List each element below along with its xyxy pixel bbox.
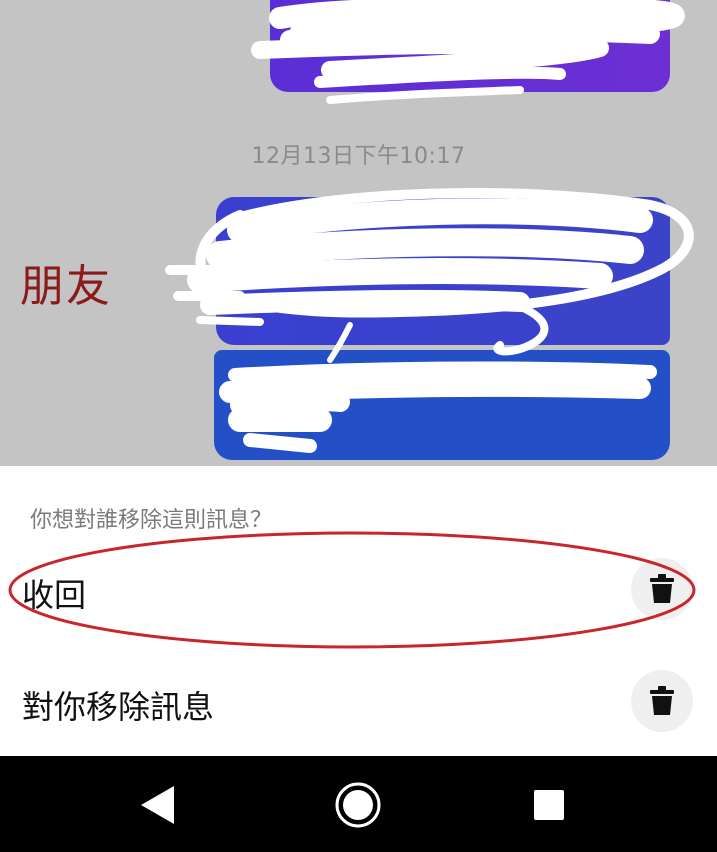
remove-for-you-option-label: 對你移除訊息 [22, 688, 215, 726]
message-timestamp: 12月13日下午10:17 [251, 144, 466, 169]
unsend-option-label: 收回 [22, 576, 87, 614]
redaction-scribbles [165, 0, 694, 453]
remove-message-sheet: 你想對誰移除這則訊息？ 收回 對你移除訊息 [0, 466, 717, 756]
chat-area: 12月13日下午10:17 朋友 [0, 0, 717, 466]
trash-icon[interactable] [631, 558, 693, 620]
sheet-question: 你想對誰移除這則訊息？ [30, 508, 273, 533]
remove-for-you-option[interactable]: 對你移除訊息 [0, 656, 717, 746]
navigation-bar [0, 756, 717, 852]
unsend-option[interactable]: 收回 [0, 544, 717, 634]
friend-annotation-label: 朋友 [20, 261, 112, 312]
back-triangle-icon[interactable] [134, 780, 184, 830]
trash-icon[interactable] [631, 670, 693, 732]
home-circle-icon[interactable] [333, 780, 383, 830]
recents-square-icon[interactable] [524, 780, 574, 830]
